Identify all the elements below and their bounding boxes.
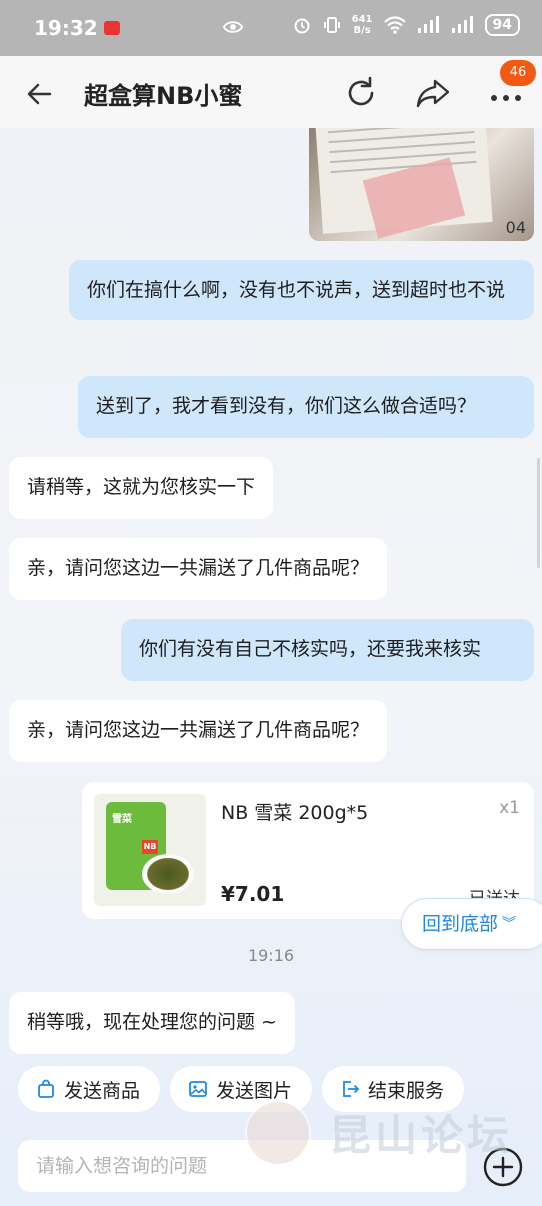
back-arrow-icon[interactable] — [26, 80, 54, 108]
product-quantity: x1 — [499, 798, 520, 818]
battery-indicator: 94 — [484, 14, 520, 36]
photo-visible-number: 04 — [505, 218, 526, 237]
send-image-button[interactable]: 发送图片 — [170, 1066, 313, 1112]
notification-app-icon — [103, 21, 120, 35]
page-title: 超盒算NB小蜜 — [84, 82, 243, 110]
product-price: ¥7.01 — [221, 882, 285, 906]
network-speed-value: 641 — [351, 14, 373, 25]
product-name: NB 雪菜 200g*5 — [221, 802, 369, 824]
plate-graphic — [142, 854, 194, 894]
signal-icon-2 — [451, 16, 473, 33]
message-text: 请稍等，这就为您核实一下 — [27, 476, 256, 498]
message-text: 你们有没有自己不核实吗，还要我来核实 — [139, 638, 482, 660]
message-input[interactable] — [18, 1140, 466, 1192]
image-message[interactable]: 04 — [309, 128, 534, 241]
message-timestamp: 19:16 — [247, 946, 295, 965]
wifi-icon — [383, 16, 406, 34]
package-logo-graphic: NB — [142, 840, 158, 854]
send-image-label: 发送图片 — [216, 1079, 293, 1102]
network-speed-unit: B/s — [353, 25, 371, 36]
back-to-bottom-label: 回到底部 — [422, 913, 499, 935]
unread-badge: 46 — [500, 60, 536, 86]
signal-icon — [417, 16, 439, 33]
message-text: 你们在搞什么啊，没有也不说声，送到超时也不说 — [87, 279, 506, 301]
status-bar: 19:32 641 B/s 94 — [0, 0, 542, 56]
status-time: 19:32 — [34, 16, 98, 40]
message-text: 亲，请问您这边一共漏送了几件商品呢？ — [27, 719, 370, 741]
share-icon[interactable] — [415, 76, 451, 110]
end-service-button[interactable]: 结束服务 — [322, 1066, 465, 1112]
message-bubble-incoming[interactable]: 亲，请问您这边一共漏送了几件商品呢？ — [9, 700, 388, 762]
message-bubble-outgoing[interactable]: 你们在搞什么啊，没有也不说声，送到超时也不说 — [69, 260, 534, 320]
status-indicators: 641 B/s 94 — [292, 14, 520, 36]
message-bubble-outgoing[interactable]: 你们有没有自己不核实吗，还要我来核实 — [121, 619, 534, 681]
eye-icon — [222, 21, 244, 33]
send-product-label: 发送商品 — [64, 1079, 141, 1102]
message-bubble-outgoing[interactable]: 送到了，我才看到没有，你们这么做合适吗？ — [78, 376, 534, 438]
message-bubble-incoming[interactable]: 稍等哦，现在处理您的问题 ~ — [9, 992, 295, 1054]
product-image: 雪菜 NB — [94, 794, 206, 906]
network-speed: 641 B/s — [352, 14, 373, 36]
quick-actions-bar: 发送商品 发送图片 结束服务 — [18, 1066, 465, 1112]
bag-icon — [38, 1079, 54, 1098]
add-circle-icon[interactable] — [482, 1146, 524, 1188]
message-bubble-incoming[interactable]: 请稍等，这就为您核实一下 — [9, 457, 274, 519]
alarm-icon — [294, 18, 310, 34]
refresh-icon[interactable] — [344, 76, 378, 110]
end-service-label: 结束服务 — [368, 1079, 445, 1102]
message-bubble-incoming[interactable]: 亲，请问您这边一共漏送了几件商品呢？ — [9, 538, 388, 600]
send-product-button[interactable]: 发送商品 — [18, 1066, 161, 1112]
message-text: 亲，请问您这边一共漏送了几件商品呢？ — [27, 557, 370, 579]
chat-header: 超盒算NB小蜜 — [0, 56, 542, 128]
vibrate-icon — [323, 17, 340, 33]
package-label-graphic: 雪菜 — [112, 814, 132, 825]
message-text: 送到了，我才看到没有，你们这么做合适吗？ — [96, 395, 477, 417]
exit-icon — [343, 1081, 360, 1097]
back-to-bottom-button[interactable]: 回到底部 ︾ — [401, 898, 542, 950]
double-chevron-down-icon: ︾ — [502, 916, 517, 932]
message-text: 稍等哦，现在处理您的问题 ~ — [27, 1011, 277, 1033]
image-icon — [189, 1081, 207, 1097]
scrollbar[interactable] — [537, 458, 540, 568]
chat-message-list[interactable]: 04 你们在搞什么啊，没有也不说声，送到超时也不说 送到了，我才看到没有，你们这… — [0, 128, 542, 1058]
